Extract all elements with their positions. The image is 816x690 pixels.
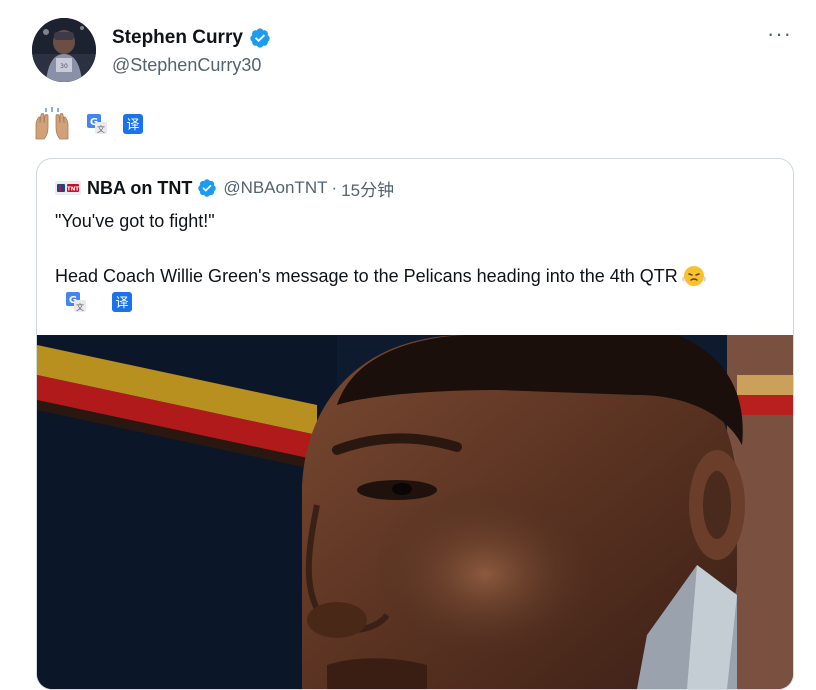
google-translate-icon[interactable]: G 文 (65, 291, 87, 313)
verified-badge-icon (250, 28, 270, 48)
google-translate-icon[interactable]: G 文 (86, 113, 108, 135)
more-options-button[interactable]: ··· (767, 22, 792, 46)
svg-text:译: 译 (115, 296, 128, 311)
nba-on-tnt-logo-icon: TNT (55, 181, 81, 195)
author-info: Stephen Curry @StephenCurry30 (112, 26, 271, 76)
quoted-tweet-header: TNT NBA on TNT @NBAonTNT · 15分钟 (55, 176, 394, 200)
avatar-photo-icon: 30 (32, 18, 96, 82)
svg-text:30: 30 (60, 63, 68, 70)
author-handle[interactable]: @StephenCurry30 (112, 54, 271, 76)
quoted-tweet-card[interactable]: TNT NBA on TNT @NBAonTNT · 15分钟 "You've … (36, 158, 794, 690)
quoted-source-name[interactable]: NBA on TNT (87, 178, 192, 199)
tweet-header: 30 Stephen Curry @StephenCurry30 ··· (32, 18, 792, 86)
raising-hands-emoji-icon (35, 107, 69, 140)
author-name-row: Stephen Curry (112, 26, 271, 50)
quoted-tweet-text: Head Coach Willie Green's message to the… (55, 266, 678, 286)
quoted-handle[interactable]: @NBAonTNT (223, 178, 327, 198)
svg-text:文: 文 (76, 302, 84, 312)
quoted-timestamp[interactable]: 15分钟 (341, 176, 394, 201)
yi-translate-icon[interactable]: 译 (111, 291, 133, 313)
author-avatar[interactable]: 30 (32, 18, 96, 82)
verified-badge-icon (198, 179, 217, 197)
quoted-tweet-text-line-2: Head Coach Willie Green's message to the… (55, 263, 706, 288)
face-with-steam-emoji-icon (681, 266, 706, 286)
yi-translate-icon[interactable]: 译 (122, 113, 144, 135)
svg-text:TNT: TNT (67, 187, 79, 193)
svg-text:文: 文 (97, 124, 105, 134)
quoted-translate-row: G 文 译 (65, 289, 133, 315)
svg-text:译: 译 (126, 118, 139, 133)
author-display-name[interactable]: Stephen Curry (112, 26, 243, 50)
tweet-body: G 文 译 (32, 104, 144, 144)
quoted-tweet-video-thumbnail[interactable] (37, 335, 793, 689)
quoted-tweet-text-line-1: "You've got to fight!" (55, 211, 215, 231)
separator-dot: · (331, 178, 338, 197)
